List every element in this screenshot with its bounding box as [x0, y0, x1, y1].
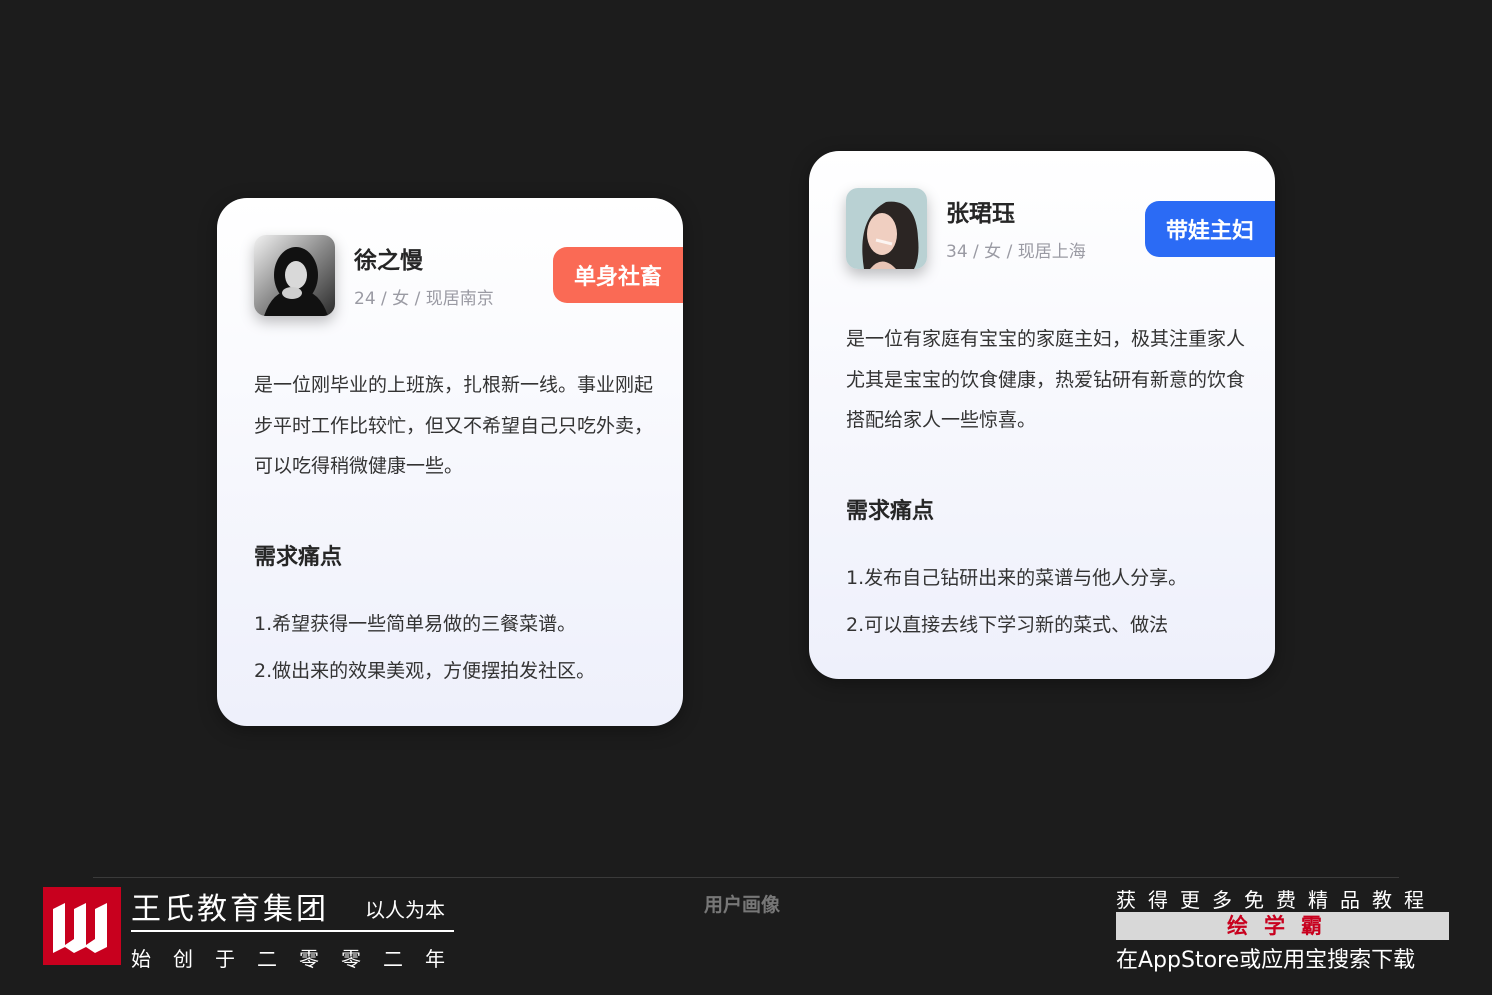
footer-divider	[93, 877, 1399, 878]
needs-title: 需求痛点	[846, 499, 935, 524]
persona-description: 是一位有家庭有宝宝的家庭主妇，极其注重家人尤其是宝宝的饮食健康，热爱钻研有新意的…	[846, 328, 1246, 431]
promo-download-text: 在AppStore或应用宝搜索下载	[1116, 948, 1416, 973]
brand-since: 始创于二零零二年	[131, 947, 467, 971]
persona-meta: 24 / 女 / 现居南京	[354, 289, 494, 309]
need-item: 2.可以直接去线下学习新的菜式、做法	[846, 614, 1169, 636]
needs-title: 需求痛点	[254, 545, 343, 570]
persona-card-1: 徐之慢 24 / 女 / 现居南京 单身社畜 是一位刚毕业的上班族，扎根新一线。…	[217, 198, 683, 726]
promo-app-name: 绘学霸	[1116, 912, 1449, 940]
promo-text: 获得更多免费精品教程	[1116, 888, 1436, 912]
persona-meta: 34 / 女 / 现居上海	[946, 242, 1086, 262]
page-label: 用户画像	[704, 894, 781, 916]
persona-tag: 单身社畜	[553, 247, 683, 303]
brand-underline	[131, 930, 454, 932]
need-item: 1.发布自己钻研出来的菜谱与他人分享。	[846, 567, 1188, 589]
persona-name: 徐之慢	[354, 248, 423, 274]
avatar-2	[846, 188, 927, 269]
persona-description: 是一位刚毕业的上班族，扎根新一线。事业刚起步平时工作比较忙，但又不希望自己只吃外…	[254, 374, 654, 477]
avatar-1	[254, 235, 335, 316]
brand-name: 王氏教育集团	[131, 892, 329, 927]
need-item: 2.做出来的效果美观，方便摆拍发社区。	[254, 660, 596, 682]
persona-name: 张珺珏	[946, 201, 1015, 227]
brand-motto: 以人为本	[365, 898, 445, 922]
need-item: 1.希望获得一些简单易做的三餐菜谱。	[254, 613, 577, 635]
persona-card-2: 张珺珏 34 / 女 / 现居上海 带娃主妇 是一位有家庭有宝宝的家庭主妇，极其…	[809, 151, 1275, 679]
persona-tag: 带娃主妇	[1145, 201, 1275, 257]
brand-logo-icon	[43, 887, 121, 965]
